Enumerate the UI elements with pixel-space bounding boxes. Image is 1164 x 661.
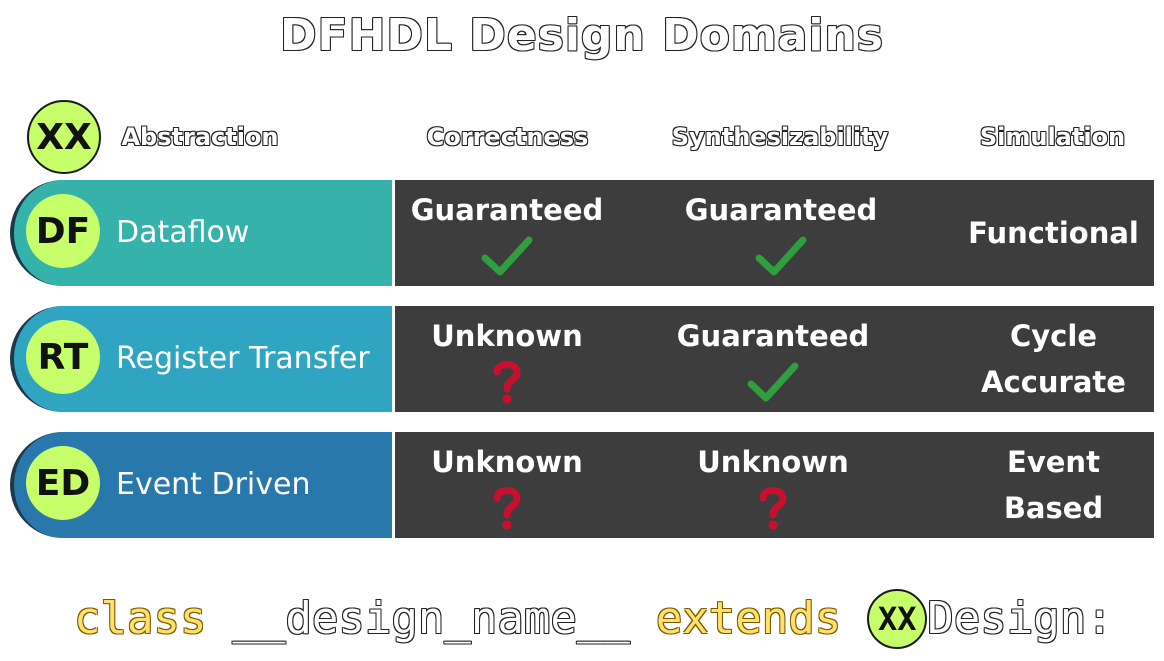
- row-name: Event Driven: [116, 467, 311, 502]
- design-name-placeholder: __design_name__: [232, 593, 630, 644]
- cell-text-line1: Event: [1007, 445, 1100, 479]
- keyword-class: class: [74, 593, 207, 644]
- cell-simulation: Event Based: [953, 432, 1154, 538]
- header-correctness: Correctness: [426, 123, 589, 151]
- cell-correctness: Guaranteed: [395, 180, 619, 286]
- cell-simulation: Functional: [953, 180, 1154, 286]
- header-synthesizability: Synthesizability: [671, 123, 889, 151]
- question-mark-icon: [756, 485, 790, 531]
- cell-synthesizability: Guaranteed: [661, 306, 885, 412]
- row-name: Register Transfer: [116, 341, 370, 376]
- cell-text-line1: Cycle: [1010, 319, 1097, 353]
- checkmark-icon: [755, 233, 807, 279]
- header-simulation: Simulation: [979, 123, 1126, 151]
- checkmark-icon: [747, 359, 799, 405]
- cell-text: Guaranteed: [684, 193, 878, 227]
- row-cells-register-transfer: Unknown Guaranteed Cycle Accurate: [395, 306, 1154, 412]
- question-mark-icon: [490, 485, 524, 531]
- cell-text-line1: Functional: [968, 216, 1139, 250]
- keyword-extends: extends: [655, 593, 842, 644]
- cell-text: Guaranteed: [676, 319, 870, 353]
- row-badge: ED: [26, 446, 100, 520]
- cell-text-line2: Accurate: [981, 365, 1126, 399]
- question-mark-icon: [490, 359, 524, 405]
- row-cells-event-driven: Unknown Unknown Event Based: [395, 432, 1154, 538]
- cell-correctness: Unknown: [395, 306, 619, 412]
- cell-text-line2: Based: [1003, 491, 1104, 525]
- checkmark-icon: [481, 233, 533, 279]
- row-label-register-transfer: RT Register Transfer: [10, 306, 392, 412]
- header-badge: XX: [27, 100, 101, 174]
- cell-correctness: Unknown: [395, 432, 619, 538]
- design-suffix: Design:: [927, 593, 1113, 644]
- row-name: Dataflow: [116, 215, 250, 250]
- row-label-event-driven: ED Event Driven: [10, 432, 392, 538]
- cell-text: Guaranteed: [410, 193, 604, 227]
- row-label-dataflow: DF Dataflow: [10, 180, 392, 286]
- header-abstraction: Abstraction: [121, 123, 279, 151]
- row-cells-dataflow: Guaranteed Guaranteed Functional: [395, 180, 1154, 286]
- footer-badge: XX: [867, 589, 928, 649]
- cell-text: Unknown: [431, 319, 583, 353]
- cell-text: Unknown: [697, 445, 849, 479]
- cell-synthesizability: Guaranteed: [669, 180, 893, 286]
- cell-text: Unknown: [431, 445, 583, 479]
- cell-synthesizability: Unknown: [661, 432, 885, 538]
- code-snippet: class __design_name__ extends XX Design:: [74, 589, 1113, 649]
- row-badge: DF: [26, 194, 100, 268]
- page-title: DFHDL Design Domains: [280, 10, 884, 61]
- row-badge: RT: [26, 320, 100, 394]
- cell-simulation: Cycle Accurate: [953, 306, 1154, 412]
